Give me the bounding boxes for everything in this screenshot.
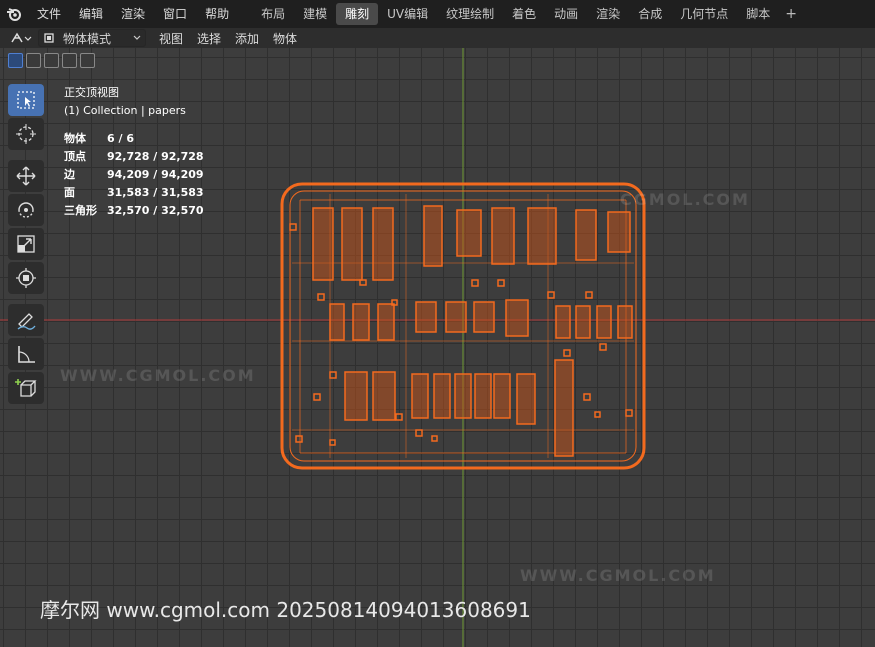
stats-row: 顶点 92,728 / 92,728 [64, 148, 204, 166]
menu-edit[interactable]: 编辑 [70, 0, 112, 28]
select-extend-icon[interactable] [26, 53, 41, 68]
transform-icon[interactable] [8, 262, 44, 294]
tab-modeling[interactable]: 建模 [294, 3, 336, 25]
stats-row: 面 31,583 / 31,583 [64, 184, 204, 202]
menu-object[interactable]: 物体 [266, 30, 304, 47]
stats-row: 边 94,209 / 94,209 [64, 166, 204, 184]
add-cube-icon[interactable] [8, 372, 44, 404]
stat-label: 顶点 [64, 150, 86, 163]
object-mode-icon [44, 33, 54, 43]
tool-shelf [8, 84, 46, 406]
mode-select[interactable]: 物体模式 [38, 29, 146, 47]
stat-label: 三角形 [64, 204, 97, 217]
top-bar: 文件 编辑 渲染 窗口 帮助 布局 建模 雕刻 UV编辑 纹理绘制 着色 动画 … [0, 0, 875, 28]
tab-shading[interactable]: 着色 [503, 3, 545, 25]
tab-layout[interactable]: 布局 [252, 3, 294, 25]
cursor-icon[interactable] [8, 118, 44, 150]
stats-row: 三角形 32,570 / 32,570 [64, 202, 204, 220]
select-subtract-icon[interactable] [44, 53, 59, 68]
tab-compositing[interactable]: 合成 [629, 3, 671, 25]
measure-icon[interactable] [8, 338, 44, 370]
add-workspace-icon[interactable]: + [779, 6, 803, 22]
select-new-icon[interactable] [8, 53, 23, 68]
faint-watermark: WWW.CGMOL.COM [60, 366, 256, 385]
menu-render[interactable]: 渲染 [112, 0, 154, 28]
stats-row: 物体 6 / 6 [64, 130, 204, 148]
tab-animation[interactable]: 动画 [545, 3, 587, 25]
menu-window[interactable]: 窗口 [154, 0, 196, 28]
stat-value: 94,209 / 94,209 [107, 168, 204, 181]
stat-value: 92,728 / 92,728 [107, 150, 204, 163]
stat-value: 6 / 6 [107, 132, 134, 145]
select-mode-bar [8, 53, 95, 68]
blender-logo-icon[interactable] [0, 0, 28, 28]
stat-label: 物体 [64, 132, 86, 145]
view-name: 正交顶视图 [64, 86, 119, 99]
faint-watermark: CGMOL.COM [620, 190, 750, 209]
editor-type-button[interactable] [10, 28, 32, 48]
tab-texture-paint[interactable]: 纹理绘制 [437, 3, 503, 25]
faint-watermark: WWW.CGMOL.COM [520, 566, 716, 585]
move-icon[interactable] [8, 160, 44, 192]
annotate-icon[interactable] [8, 304, 44, 336]
stat-value: 32,570 / 32,570 [107, 204, 204, 217]
stat-label: 面 [64, 186, 75, 199]
rotate-icon[interactable] [8, 194, 44, 226]
select-intersect-icon[interactable] [80, 53, 95, 68]
scale-icon[interactable] [8, 228, 44, 260]
menu-select[interactable]: 选择 [190, 30, 228, 47]
menu-file[interactable]: 文件 [28, 0, 70, 28]
select-invert-icon[interactable] [62, 53, 77, 68]
stat-label: 边 [64, 168, 75, 181]
menu-add[interactable]: 添加 [228, 30, 266, 47]
tab-scripting[interactable]: 脚本 [737, 3, 779, 25]
tab-rendering[interactable]: 渲染 [587, 3, 629, 25]
tab-uv-editing[interactable]: UV编辑 [378, 3, 437, 25]
watermark-text: 摩尔网 www.cgmol.com 20250814094013608691 [40, 598, 531, 622]
editor-type-icon [11, 32, 32, 43]
tab-sculpting[interactable]: 雕刻 [336, 3, 379, 25]
chevron-down-icon [133, 35, 141, 40]
select-box-icon[interactable] [8, 84, 44, 116]
workspace-tabs: 布局 建模 雕刻 UV编辑 纹理绘制 着色 动画 渲染 合成 几何节点 脚本 + [252, 0, 803, 28]
viewport-stats: 正交顶视图 (1) Collection | papers 物体 6 / 6 顶点… [64, 84, 204, 220]
collection-info: (1) Collection | papers [64, 104, 186, 117]
menu-help[interactable]: 帮助 [196, 0, 238, 28]
menu-view[interactable]: 视图 [152, 30, 190, 47]
stat-value: 31,583 / 31,583 [107, 186, 204, 199]
tab-geometry-nodes[interactable]: 几何节点 [671, 3, 737, 25]
mode-label: 物体模式 [63, 31, 112, 46]
viewport-header: 物体模式 视图 选择 添加 物体 [0, 28, 875, 48]
